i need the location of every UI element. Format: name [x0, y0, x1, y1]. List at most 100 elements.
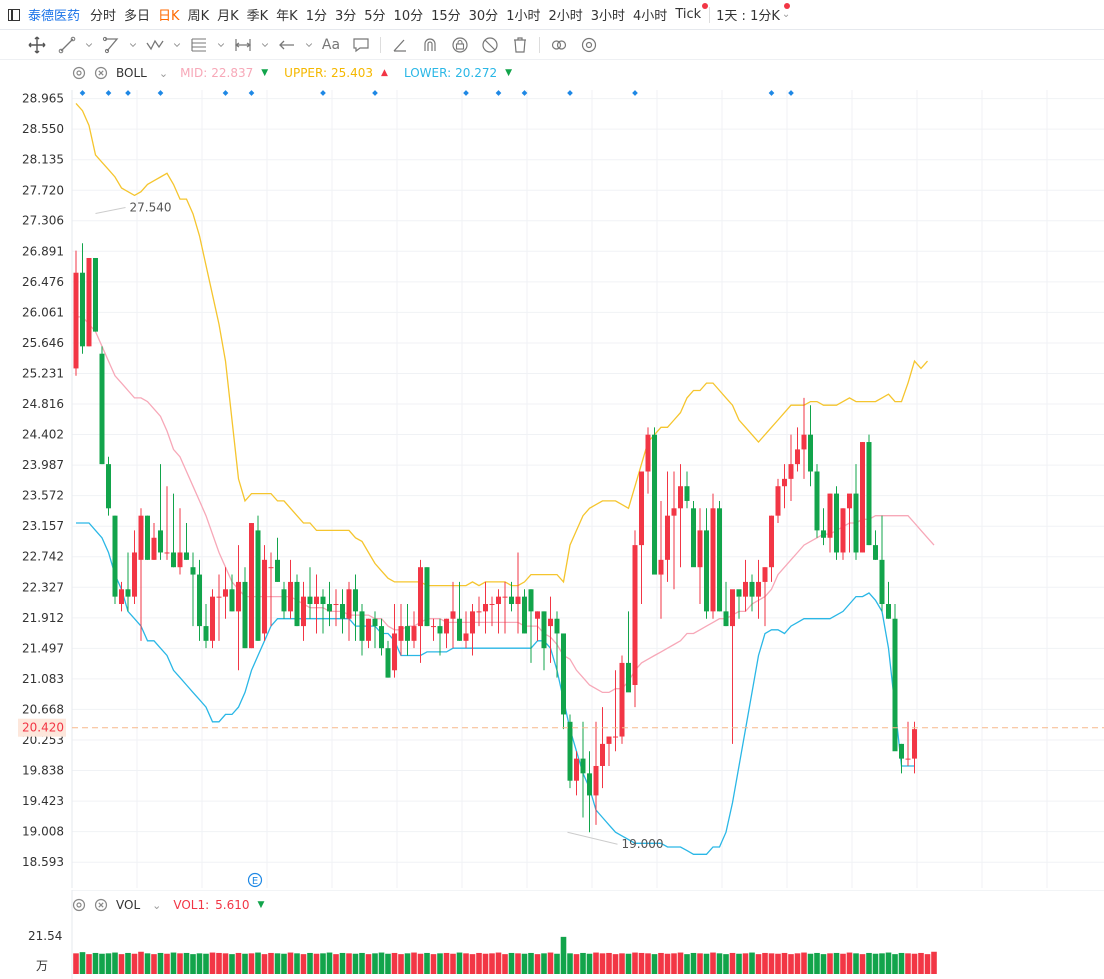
volume-bar — [723, 954, 729, 974]
trendline-icon[interactable] — [52, 30, 82, 60]
volume-bar — [235, 952, 242, 974]
period-tab[interactable]: 3小时 — [591, 5, 625, 24]
link-icon[interactable] — [544, 30, 574, 60]
candle-body — [385, 648, 391, 678]
angle-icon[interactable] — [385, 30, 415, 60]
volume-bar — [879, 953, 885, 974]
volume-bar — [625, 953, 632, 974]
polyline-icon[interactable] — [96, 30, 126, 60]
drawing-toolbar: Aa — [0, 30, 1104, 60]
volume-bar — [918, 952, 924, 974]
chevron-down-icon[interactable] — [170, 30, 184, 60]
volume-bar — [684, 954, 690, 974]
chevron-down-icon[interactable] — [258, 30, 272, 60]
period-tab[interactable]: 10分 — [394, 5, 424, 24]
measure-icon[interactable] — [228, 30, 258, 60]
candlestick-chart[interactable]: 28.965 28.550 28.135 27.720 27.306 26.891 26.4… — [0, 60, 1104, 888]
candle-body — [424, 567, 430, 627]
y-tick-label: 25.231 — [22, 367, 64, 381]
period-tab[interactable]: 2小时 — [548, 5, 582, 24]
volume-bar — [677, 952, 684, 974]
candle-body — [236, 581, 241, 612]
interval-selector[interactable]: 1天 : 1分K ⌄ — [702, 3, 791, 24]
period-tab[interactable]: Tick — [675, 7, 701, 22]
candle-body — [658, 559, 664, 575]
period-tab[interactable]: 3分 — [335, 5, 356, 24]
y-tick-label: 19.838 — [22, 764, 64, 778]
event-dot — [320, 90, 326, 96]
hide-icon[interactable] — [475, 30, 505, 60]
upper-band-line — [75, 102, 928, 587]
volume-bar — [352, 953, 359, 974]
volume-bar — [196, 953, 203, 974]
candle-body — [346, 589, 352, 619]
candle-body — [528, 589, 534, 612]
period-list: 分时 多日 日K 周K 月K 季K 年K 1分 3分 5分 10分 15分 30分 1小时 2小时 3小时 4小… — [90, 5, 709, 24]
period-tab[interactable]: 5分 — [364, 5, 385, 24]
y-tick-label: 18.593 — [22, 855, 64, 869]
candle-body — [782, 478, 787, 487]
volume-bar — [814, 952, 820, 974]
volume-bar — [697, 953, 703, 974]
period-tab[interactable]: 季K — [247, 5, 269, 24]
volume-chart[interactable]: 21.54 万 — [0, 890, 1104, 979]
period-tab[interactable]: 周K — [188, 5, 210, 24]
vol-y-tick-label: 21.54 — [28, 929, 62, 943]
candle-body — [158, 530, 163, 553]
stock-name[interactable]: 泰德医药 — [28, 5, 80, 24]
candle-body — [574, 758, 579, 781]
period-tab[interactable]: 多日 — [124, 5, 150, 24]
period-tab[interactable]: 月K — [217, 5, 239, 24]
volume-bar — [463, 953, 469, 974]
volume-bar — [307, 952, 313, 974]
text-icon[interactable]: Aa — [316, 30, 346, 60]
arrow-icon[interactable] — [272, 30, 302, 60]
candle-body — [379, 626, 384, 649]
volume-bar — [92, 952, 99, 974]
volume-bar — [372, 953, 378, 974]
magnet-icon[interactable] — [415, 30, 445, 60]
period-tab[interactable]: 4小时 — [633, 5, 667, 24]
candle-body — [476, 611, 482, 613]
comment-icon[interactable] — [346, 30, 376, 60]
candle-body — [132, 552, 137, 597]
wave-icon[interactable] — [140, 30, 170, 60]
volume-bar — [313, 953, 320, 974]
period-tab[interactable]: 年K — [276, 5, 298, 24]
volume-bar — [177, 953, 183, 974]
gear-icon[interactable] — [574, 30, 604, 60]
move-icon[interactable] — [22, 30, 52, 60]
chevron-down-icon[interactable] — [126, 30, 140, 60]
chevron-down-icon[interactable] — [214, 30, 228, 60]
period-tab[interactable]: 15分 — [431, 5, 461, 24]
candle-body — [450, 611, 456, 619]
period-tab[interactable]: 1小时 — [506, 5, 540, 24]
volume-bar — [118, 954, 125, 974]
candle-body — [125, 589, 131, 597]
last-price-label: 20.420 — [22, 721, 64, 735]
candle-body — [704, 530, 709, 612]
volume-bar — [430, 954, 437, 974]
period-tab[interactable]: 日K — [158, 5, 180, 24]
chevron-down-icon[interactable] — [302, 30, 316, 60]
fib-icon[interactable] — [184, 30, 214, 60]
volume-bar — [872, 953, 879, 974]
volume-bar — [268, 952, 274, 974]
volume-bar — [346, 953, 352, 974]
event-dot — [495, 90, 502, 96]
candle-body — [600, 743, 605, 766]
volume-bar — [73, 953, 79, 974]
period-tab[interactable]: 1分 — [306, 5, 327, 24]
sidebar-toggle-icon[interactable] — [8, 8, 20, 21]
min-price-label: 19.000 — [622, 837, 664, 851]
volume-bar — [385, 953, 391, 974]
trash-icon[interactable] — [505, 30, 535, 60]
volume-bar — [664, 953, 671, 974]
y-tick-label: 19.423 — [22, 794, 64, 808]
lock-icon[interactable] — [445, 30, 475, 60]
chevron-down-icon[interactable] — [82, 30, 96, 60]
period-tab[interactable]: 分时 — [90, 5, 116, 24]
volume-bar — [612, 954, 619, 974]
period-tab[interactable]: 30分 — [469, 5, 499, 24]
volume-bar — [164, 953, 170, 974]
